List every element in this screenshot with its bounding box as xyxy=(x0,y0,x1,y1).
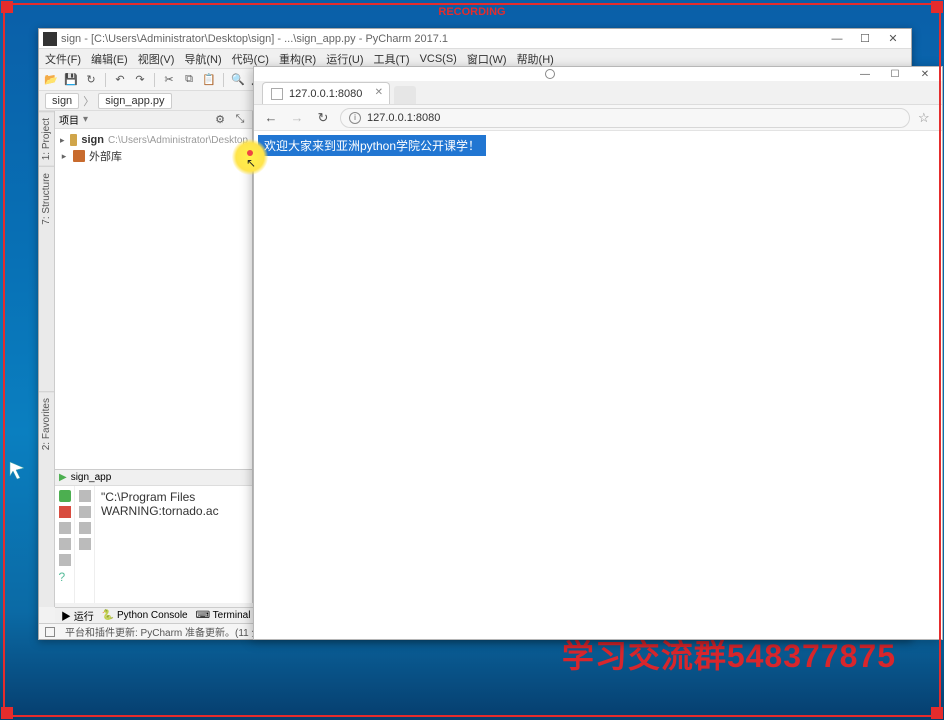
menu-tools[interactable]: 工具(T) xyxy=(374,51,410,67)
menu-help[interactable]: 帮助(H) xyxy=(517,51,554,67)
bookmark-star-icon[interactable]: ☆ xyxy=(918,110,934,126)
undo-icon[interactable]: ↶ xyxy=(112,72,128,88)
folder-icon xyxy=(70,134,78,146)
run-line1: "C:\Program Files xyxy=(101,490,195,504)
tree-external[interactable]: ▸ 外部库 xyxy=(59,147,248,165)
crumb-root[interactable]: sign xyxy=(45,93,79,109)
browser-viewport[interactable]: 欢迎大家来到亚洲python学院公开课学！ xyxy=(254,131,942,639)
menu-refactor[interactable]: 重构(R) xyxy=(279,51,316,67)
menu-code[interactable]: 代码(C) xyxy=(232,51,269,67)
print-icon[interactable] xyxy=(79,538,91,550)
run-tools-right xyxy=(75,486,95,603)
close-button[interactable]: ✕ xyxy=(879,30,907,48)
minimize-button[interactable]: — xyxy=(823,30,851,48)
save-icon[interactable]: 💾 xyxy=(63,72,79,88)
crumb-file[interactable]: sign_app.py xyxy=(98,93,171,109)
nav-forward-button[interactable]: → xyxy=(288,109,306,127)
cut-icon[interactable]: ✂ xyxy=(161,72,177,88)
redo-icon[interactable]: ↷ xyxy=(132,72,148,88)
stop-icon[interactable] xyxy=(59,506,71,518)
desktop-cursor-icon xyxy=(6,458,36,482)
wrap-icon[interactable] xyxy=(79,522,91,534)
app-icon xyxy=(43,32,57,46)
menu-file[interactable]: 文件(F) xyxy=(45,51,81,67)
run-play-icon: ▶ xyxy=(59,472,67,483)
browser-window: — ☐ ✕ 127.0.0.1:8080 ✕ ← → ↻ i 127.0.0.1… xyxy=(253,66,943,640)
site-info-icon[interactable]: i xyxy=(349,112,361,124)
titlebar: sign - [C:\Users\Administrator\Desktop\s… xyxy=(39,29,911,49)
btab-python-console[interactable]: 🐍 Python Console xyxy=(102,610,188,621)
run-tab-title[interactable]: sign_app xyxy=(71,472,112,483)
nav-back-button[interactable]: ← xyxy=(262,109,280,127)
browser-tab-strip: 127.0.0.1:8080 ✕ xyxy=(254,81,942,105)
window-title: sign - [C:\Users\Administrator\Desktop\s… xyxy=(61,33,448,45)
help-icon[interactable]: ? xyxy=(59,570,71,582)
trash-icon[interactable] xyxy=(59,554,71,566)
browser-titlebar: — ☐ ✕ xyxy=(254,67,942,81)
btab-terminal[interactable]: ⌨ Terminal xyxy=(196,610,251,621)
browser-toolbar: ← → ↻ i 127.0.0.1:8080 ☆ xyxy=(254,105,942,131)
tree-root-name: sign xyxy=(81,134,104,146)
project-scope-dropdown[interactable]: ▾ xyxy=(83,114,88,125)
paste-icon[interactable]: 📋 xyxy=(201,72,217,88)
status-square-icon[interactable] xyxy=(45,627,55,637)
tab-structure[interactable]: 7: Structure xyxy=(39,166,54,231)
address-url: 127.0.0.1:8080 xyxy=(367,112,440,124)
project-tree[interactable]: ▸ sign C:\Users\Administrator\Desktop ▸ … xyxy=(55,129,252,169)
browser-tab-title: 127.0.0.1:8080 xyxy=(289,88,362,100)
run-tool-window: ▶ sign_app ? "C:\Program Files WARNING:t… xyxy=(55,469,253,603)
tab-project[interactable]: 1: Project xyxy=(39,111,54,166)
run-line2: WARNING:tornado.ac xyxy=(101,504,219,518)
nav-reload-button[interactable]: ↻ xyxy=(314,109,332,127)
library-icon xyxy=(73,150,85,162)
copy-icon[interactable]: ⧉ xyxy=(181,72,197,88)
run-tools-left: ? xyxy=(55,486,75,603)
browser-tab[interactable]: 127.0.0.1:8080 ✕ xyxy=(262,82,390,104)
tree-root-path: C:\Users\Administrator\Desktop xyxy=(108,135,248,146)
recording-label: RECORDING xyxy=(438,6,505,18)
refresh-icon[interactable]: ↻ xyxy=(83,72,99,88)
up-icon[interactable] xyxy=(79,490,91,502)
page-icon xyxy=(271,88,283,100)
gear-icon[interactable]: ⚙ xyxy=(212,112,228,128)
maximize-button[interactable]: ☐ xyxy=(851,30,879,48)
menu-view[interactable]: 视图(V) xyxy=(138,51,175,67)
pause-icon[interactable] xyxy=(59,522,71,534)
browser-close-button[interactable]: ✕ xyxy=(914,68,936,80)
tree-root[interactable]: ▸ sign C:\Users\Administrator\Desktop xyxy=(59,133,248,147)
tab-favorites[interactable]: 2: Favorites xyxy=(39,391,54,456)
browser-maximize-button[interactable]: ☐ xyxy=(884,68,906,80)
browser-user-icon[interactable] xyxy=(545,69,555,79)
tree-external-label: 外部库 xyxy=(89,148,122,164)
open-icon[interactable]: 📂 xyxy=(43,72,59,88)
rerun-icon[interactable] xyxy=(59,490,71,502)
project-panel-title: 项目 xyxy=(59,112,79,127)
exit-icon[interactable] xyxy=(59,538,71,550)
btab-run[interactable]: ▶ 运行 xyxy=(61,608,94,623)
address-bar[interactable]: i 127.0.0.1:8080 xyxy=(340,108,910,128)
run-output[interactable]: "C:\Program Files WARNING:tornado.ac xyxy=(95,486,252,603)
menu-edit[interactable]: 编辑(E) xyxy=(91,51,128,67)
down-icon[interactable] xyxy=(79,506,91,518)
left-gutter: 1: Project 7: Structure 2: Favorites xyxy=(39,111,55,607)
project-tool-window: 项目 ▾ ⚙ ⤡ ▸ sign C:\Users\Administrator\D… xyxy=(55,111,253,469)
new-tab-button[interactable] xyxy=(394,86,416,104)
menu-vcs[interactable]: VCS(S) xyxy=(420,53,457,65)
find-icon[interactable]: 🔍 xyxy=(230,72,246,88)
welcome-heading: 欢迎大家来到亚洲python学院公开课学！ xyxy=(258,135,486,156)
menu-nav[interactable]: 导航(N) xyxy=(184,51,221,67)
tab-close-icon[interactable]: ✕ xyxy=(375,87,383,98)
browser-minimize-button[interactable]: — xyxy=(854,68,876,80)
menu-window[interactable]: 窗口(W) xyxy=(467,51,507,67)
collapse-icon[interactable]: ⤡ xyxy=(232,112,248,128)
menu-run[interactable]: 运行(U) xyxy=(326,51,363,67)
